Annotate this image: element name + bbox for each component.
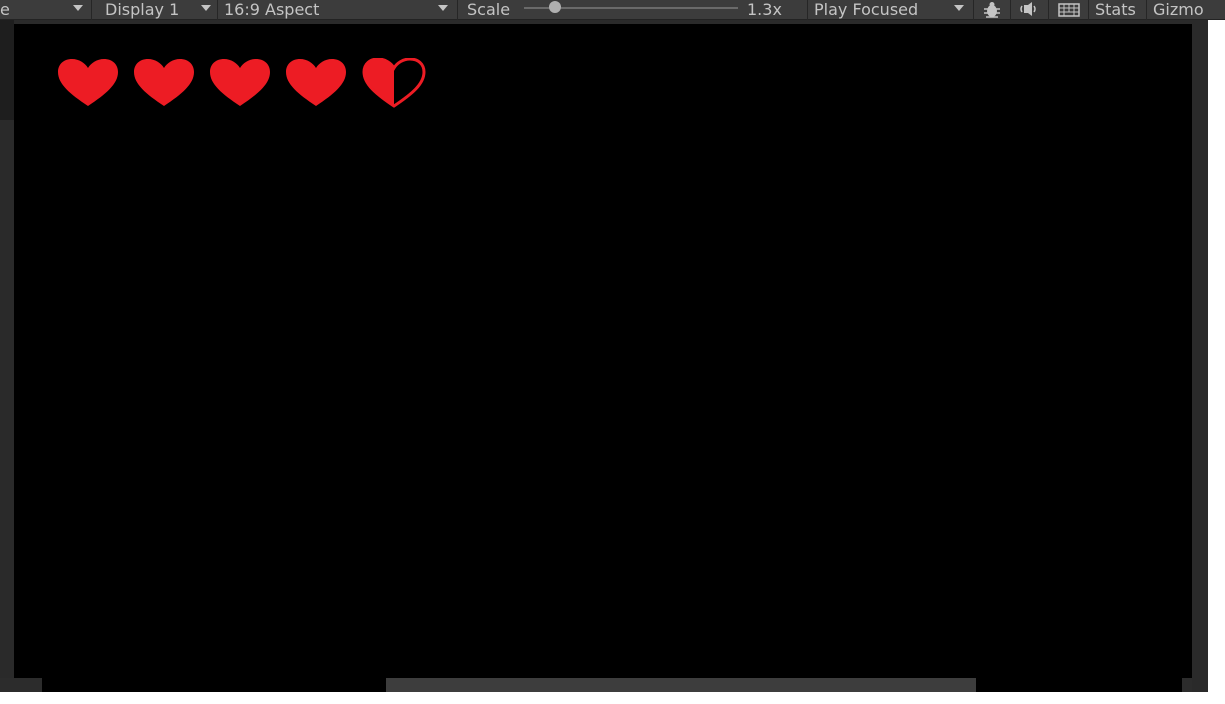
full-heart-icon xyxy=(58,59,118,106)
health-hearts xyxy=(56,58,436,108)
play-mode-label: Play Focused xyxy=(814,0,919,19)
debug-button[interactable] xyxy=(977,0,1007,20)
chevron-down-icon xyxy=(73,5,83,11)
toolbar-divider xyxy=(1048,0,1049,20)
toolbar-divider xyxy=(457,0,458,20)
scale-value: 1.3x xyxy=(747,0,782,19)
display-dropdown-label: Display 1 xyxy=(105,0,180,19)
speaker-icon xyxy=(1020,2,1036,16)
keyboard-icon xyxy=(1058,3,1080,17)
game-viewport[interactable] xyxy=(14,24,1192,678)
right-edge xyxy=(1192,20,1208,692)
chevron-down-icon xyxy=(201,5,211,11)
half-heart-icon xyxy=(362,58,426,108)
scale-label: Scale xyxy=(467,0,511,19)
full-heart-icon xyxy=(210,59,270,106)
game-view-toolbar: e Display 1 16:9 Aspect Scale 1.3x Play … xyxy=(0,0,1225,20)
view-dropdown-label: e xyxy=(0,0,10,19)
left-edge xyxy=(0,20,14,120)
display-dropdown[interactable]: Display 1 xyxy=(92,0,216,20)
chevron-down-icon xyxy=(438,5,448,11)
aspect-dropdown-label: 16:9 Aspect xyxy=(224,0,320,19)
full-heart-icon xyxy=(134,59,194,106)
keyboard-shortcuts-button[interactable] xyxy=(1052,0,1086,20)
toolbar-divider xyxy=(1010,0,1011,20)
mute-audio-button[interactable] xyxy=(1014,0,1044,20)
gizmos-label: Gizmo xyxy=(1153,0,1204,19)
game-viewport-bottom-right xyxy=(976,678,1182,692)
bug-icon xyxy=(984,2,1000,18)
stats-label: Stats xyxy=(1095,0,1136,19)
full-heart-icon xyxy=(286,59,346,106)
aspect-dropdown[interactable]: 16:9 Aspect xyxy=(218,0,456,20)
view-dropdown[interactable]: e xyxy=(0,0,90,20)
chevron-down-icon xyxy=(954,5,964,11)
play-mode-dropdown[interactable]: Play Focused xyxy=(808,0,972,20)
scale-slider-thumb[interactable] xyxy=(549,1,561,13)
horizontal-scrollbar-thumb[interactable] xyxy=(386,678,976,692)
stats-button[interactable]: Stats xyxy=(1089,0,1145,20)
game-viewport-bottom xyxy=(42,678,386,692)
toolbar-divider xyxy=(973,0,974,20)
gizmos-button[interactable]: Gizmo xyxy=(1147,0,1225,20)
